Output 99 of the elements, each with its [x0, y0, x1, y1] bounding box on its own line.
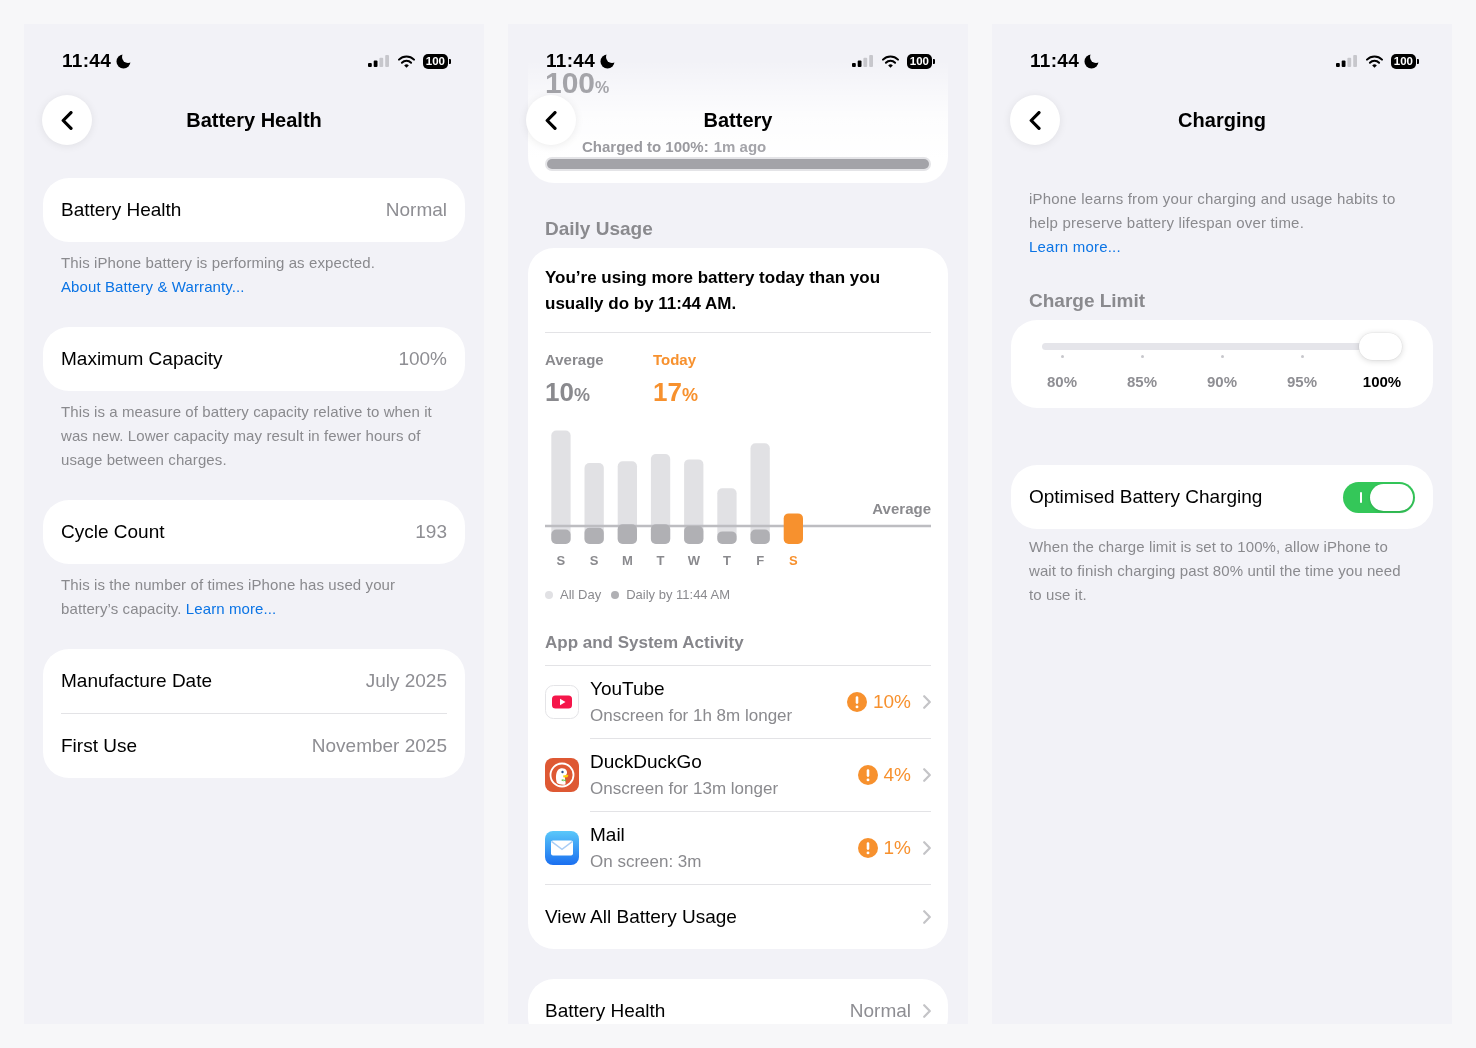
chevron-right-icon	[923, 695, 931, 709]
row-value: Normal	[849, 999, 911, 1023]
stat-value: 17%	[653, 377, 698, 409]
screen-title: Battery	[703, 108, 773, 132]
app-detail: Onscreen for 1h 8m longer	[590, 705, 793, 727]
section-heading: Charge Limit	[1028, 290, 1147, 312]
back-button[interactable]	[42, 95, 92, 145]
clock-time: 11:44	[62, 51, 112, 71]
moon-icon	[1084, 53, 1100, 69]
tick-mark-icon	[1140, 355, 1144, 358]
row-value: July 2025	[365, 669, 447, 693]
slider-thumb[interactable]	[1359, 333, 1402, 360]
chevron-left-icon	[545, 110, 557, 130]
footer-text: This is a measure of battery capacity relative to when it was new. Lower capacity may result in fewer hours of usage between charges.	[60, 402, 433, 470]
info-link[interactable]: Learn more...	[1029, 238, 1121, 255]
app-name: Mail	[590, 823, 625, 847]
row-label: Battery Health	[545, 999, 666, 1023]
chevron-left-icon	[1029, 110, 1041, 130]
envelope-icon	[545, 831, 579, 865]
chevron-right-icon	[923, 1004, 931, 1018]
usage-percent: 10%	[872, 690, 911, 714]
footer-text: This iPhone battery is performing as expected. About Battery & Warranty...	[60, 253, 376, 297]
legend-label: Daily by 11:44 AM	[626, 587, 730, 603]
tick-mark-icon	[1220, 355, 1224, 358]
chevron-right-icon	[923, 768, 931, 782]
usage-message: You’re using more battery today than you usually do by 11:44 AM.	[545, 267, 881, 315]
last-charged-time: 1m ago	[713, 138, 767, 156]
usage-percent: 1%	[883, 836, 911, 860]
day-label: S	[589, 553, 599, 568]
view-all-button[interactable]: View All Battery Usage	[545, 885, 931, 949]
screen-title: Battery Health	[186, 108, 322, 132]
stat-label: Today	[653, 351, 697, 369]
slider-option: 85%	[1127, 373, 1157, 391]
tick-mark-icon	[1300, 355, 1304, 358]
info-link[interactable]: About Battery & Warranty...	[61, 278, 245, 295]
row-label: Cycle Count	[61, 520, 165, 544]
day-label: M	[622, 553, 633, 568]
chevron-left-icon	[61, 110, 73, 130]
battery-indicator: 100	[1390, 53, 1419, 69]
section-heading: Daily Usage	[544, 218, 654, 240]
wifi-icon	[881, 54, 899, 68]
moon-icon	[116, 53, 132, 69]
play-icon	[545, 685, 579, 719]
row-label: First Use	[61, 734, 137, 758]
row-label: Battery Health	[61, 198, 182, 222]
battery-indicator: 100	[422, 53, 451, 69]
footer-text: When the charge limit is set to 100%, allow iPhone to wait to finish charging past 80% until the time you need to use it.	[1029, 537, 1402, 605]
charge-percentage: 100%	[545, 71, 610, 100]
row-label: Optimised Battery Charging	[1029, 485, 1263, 509]
row-value: Normal	[385, 198, 447, 222]
slider-option: 80%	[1047, 373, 1077, 391]
signal-icon	[1335, 55, 1357, 67]
screen-title: Charging	[1178, 108, 1266, 132]
warning-icon	[857, 838, 878, 858]
row-value: 100%	[398, 347, 447, 371]
duck-icon	[545, 758, 579, 792]
stat-label: Average	[545, 351, 604, 369]
slider-option: 90%	[1207, 373, 1237, 391]
day-label: T	[723, 553, 731, 568]
chevron-right-icon	[923, 841, 931, 855]
row-value: 193	[415, 520, 447, 544]
clock-time: 11:44	[546, 51, 596, 71]
day-label: F	[756, 553, 765, 568]
slider-track[interactable]	[1042, 333, 1402, 360]
app-name: DuckDuckGo	[590, 750, 702, 774]
tick-mark-icon	[1060, 355, 1064, 358]
wifi-icon	[397, 54, 415, 68]
signal-icon	[367, 55, 389, 67]
footer-text: iPhone learns from your charging and usage habits to help preserve battery lifespan over time. Learn more...	[1029, 189, 1397, 257]
row-value: November 2025	[311, 734, 447, 758]
battery-indicator: 100	[906, 53, 935, 69]
section-heading: App and System Activity	[545, 633, 745, 653]
wifi-icon	[1365, 54, 1383, 68]
back-button[interactable]	[1010, 95, 1060, 145]
slider-option: 100%	[1362, 373, 1402, 391]
chevron-right-icon	[923, 910, 931, 924]
toggle-switch[interactable]	[1343, 481, 1415, 513]
warning-icon	[846, 692, 867, 712]
row-label: Maximum Capacity	[61, 347, 223, 371]
day-label: T	[656, 553, 665, 568]
day-label: S	[556, 553, 566, 568]
app-detail: On screen: 3m	[590, 851, 702, 873]
warning-icon	[857, 765, 878, 785]
usage-percent: 4%	[883, 763, 911, 787]
app-detail: Onscreen for 13m longer	[590, 778, 779, 800]
footer-text: This is the number of times iPhone has used your battery’s capacity. Learn more...	[60, 575, 397, 619]
average-label: Average	[872, 500, 931, 517]
legend-label: All Day	[560, 587, 602, 603]
stat-value: 10%	[545, 377, 590, 409]
app-name: YouTube	[590, 677, 665, 701]
moon-icon	[600, 53, 616, 69]
signal-icon	[851, 55, 873, 67]
day-label: W	[687, 553, 700, 568]
info-link[interactable]: Learn more...	[185, 600, 277, 617]
row-label: Manufacture Date	[61, 669, 213, 693]
clock-time: 11:44	[1030, 51, 1080, 71]
day-label: S	[789, 553, 798, 568]
slider-option: 95%	[1287, 373, 1317, 391]
last-charged-label: Charged to 100%:	[582, 138, 709, 156]
